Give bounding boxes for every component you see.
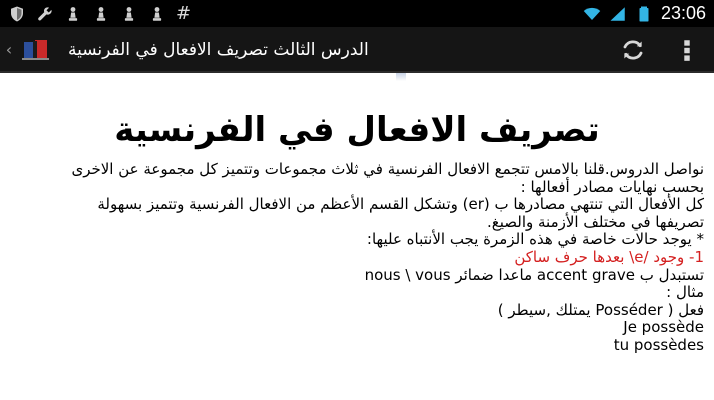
action-bar-actions xyxy=(606,27,714,73)
page-title: الدرس الثالث تصريف الافعال في الفرنسية xyxy=(68,40,369,60)
lesson-line: مثال : xyxy=(666,283,704,302)
status-notifications: # xyxy=(8,2,192,24)
battery-icon xyxy=(635,5,653,23)
status-system: 23:06 xyxy=(583,3,706,24)
shield-icon xyxy=(8,5,26,23)
wrench-icon xyxy=(36,5,54,23)
chess-pawn-icon xyxy=(92,5,110,23)
back-chevron-icon[interactable]: ‹ xyxy=(0,26,18,72)
status-bar: # 23:06 xyxy=(0,0,714,27)
wifi-icon xyxy=(583,5,601,23)
clock-time: 23:06 xyxy=(660,3,706,23)
lesson-line: Je possède xyxy=(623,318,704,337)
chess-pawn-icon xyxy=(64,5,82,23)
signal-icon xyxy=(609,5,627,23)
lesson-content[interactable]: تصريف الافعال في الفرنسية نواصل الدروس.ق… xyxy=(0,75,714,400)
lesson-line: تصريفها في مختلف الأزمنة والصيغ. xyxy=(486,212,704,231)
chess-pawn-icon xyxy=(148,5,166,23)
refresh-icon xyxy=(623,40,643,60)
lesson-line: tu possèdes xyxy=(613,335,704,354)
lesson-line: بحسب نهايات مصادر أفعالها : xyxy=(520,177,704,196)
lesson-line: فعل ( Posséder يمتلك ,سيطر ) xyxy=(497,300,704,319)
overflow-menu-icon xyxy=(684,40,690,61)
lesson-line: تستبدل ب accent grave ماعدا ضمائر nous \… xyxy=(364,265,704,284)
chess-pawn-icon xyxy=(120,5,138,23)
lesson-line: نواصل الدروس.قلنا بالامس تتجمع الافعال ا… xyxy=(71,160,704,178)
refresh-button[interactable] xyxy=(606,27,660,73)
lesson-line: كل الأفعال التي تنتهي مصادرها ب (er) وتش… xyxy=(97,195,704,214)
lesson-line: * يوجد حالات خاصة في هذه الزمرة يجب الأن… xyxy=(366,230,704,249)
lesson-heading: تصريف الافعال في الفرنسية xyxy=(114,110,600,150)
action-bar: ‹ الدرس الثالث تصريف الافعال في الفرنسية xyxy=(0,27,714,73)
lesson-line-highlight: 1- وجود /e\ بعدها حرف ساكن xyxy=(514,247,704,266)
book-logo-icon[interactable] xyxy=(20,33,52,65)
overflow-menu-button[interactable] xyxy=(660,27,714,73)
hash-symbol: # xyxy=(176,2,192,24)
